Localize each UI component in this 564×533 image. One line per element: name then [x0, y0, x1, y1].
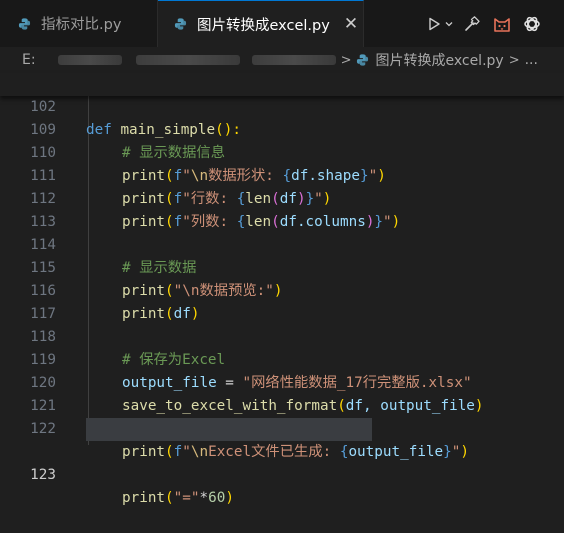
breadcrumb-more[interactable]: ...: [525, 52, 538, 68]
code-line[interactable]: 122 print(f"\nExcel文件已生成: {output_file}"…: [0, 395, 564, 460]
python-file-icon: [357, 54, 369, 66]
redacted-path-segment: [251, 55, 336, 65]
code-line[interactable]: 110 print(f"\n数据形状: {df.shape}"): [0, 119, 564, 184]
openai-icon[interactable]: [518, 10, 546, 38]
line-number: 102: [30, 99, 56, 115]
code-line[interactable]: 111 print(f"行数: {len(df)}"): [0, 142, 564, 207]
breadcrumb-separator: >: [340, 52, 352, 68]
code-line[interactable]: 115 print("\n数据预览:"): [0, 234, 564, 299]
code-line[interactable]: 109 # 显示数据信息: [0, 96, 564, 161]
tab-tupian-excel[interactable]: 图片转换成excel.py ✕: [158, 0, 364, 47]
sticky-scroll-line[interactable]: 102 def main_simple():: [0, 73, 564, 138]
code-line[interactable]: 116 print(df): [0, 257, 564, 322]
code-line[interactable]: 118 # 保存为Excel: [0, 303, 564, 368]
editor-window: 指标对比.py 图片转换成excel.py ✕ E: > 图片转换成excel.…: [0, 0, 564, 506]
breadcrumb-separator: >: [508, 52, 520, 68]
code-text: print("="*60): [122, 490, 234, 506]
code-line[interactable]: 112 print(f"列数: {len(df.columns)}"): [0, 165, 564, 230]
code-line[interactable]: 113: [0, 188, 564, 230]
tab-bar: 指标对比.py 图片转换成excel.py ✕: [0, 0, 564, 47]
hammer-icon[interactable]: [458, 10, 486, 38]
python-file-icon: [18, 17, 31, 30]
code-editor[interactable]: 102 def main_simple(): 109 # 显示数据信息 110 …: [0, 73, 564, 506]
code-line[interactable]: 114 # 显示数据: [0, 211, 564, 276]
cat-icon[interactable]: [488, 10, 516, 38]
current-line-highlight: [86, 418, 372, 441]
line-number: 123: [30, 467, 56, 483]
breadcrumb-file-label: 图片转换成excel.py: [375, 53, 504, 69]
chevron-down-icon[interactable]: [442, 10, 456, 38]
code-line-current[interactable]: 123 print("="*60): [0, 418, 564, 506]
tab-label: 图片转换成excel.py: [197, 17, 330, 34]
code-line[interactable]: 117: [0, 280, 564, 322]
code-text: def main_simple():: [86, 122, 241, 138]
close-icon[interactable]: ✕: [344, 14, 358, 34]
tab-zhibiao[interactable]: 指标对比.py: [0, 0, 158, 47]
code-line[interactable]: 121: [0, 372, 564, 414]
python-file-icon: [174, 18, 187, 30]
redacted-path-segment: [135, 55, 240, 65]
breadcrumb-file[interactable]: 图片转换成excel.py: [356, 50, 504, 70]
editor-actions: [420, 0, 548, 47]
tab-label: 指标对比.py: [41, 17, 122, 33]
code-line[interactable]: 119 output_file = "网络性能数据_17行完整版.xlsx": [0, 326, 564, 391]
breadcrumb: E: > 图片转换成excel.py > ...: [0, 47, 564, 73]
code-text: print(f"\nExcel文件已生成: {output_file}"): [122, 444, 469, 460]
code-line[interactable]: 120 save_to_excel_with_format(df, output…: [0, 349, 564, 414]
breadcrumb-drive[interactable]: E:: [22, 52, 36, 68]
redacted-path-segment: [57, 55, 122, 65]
